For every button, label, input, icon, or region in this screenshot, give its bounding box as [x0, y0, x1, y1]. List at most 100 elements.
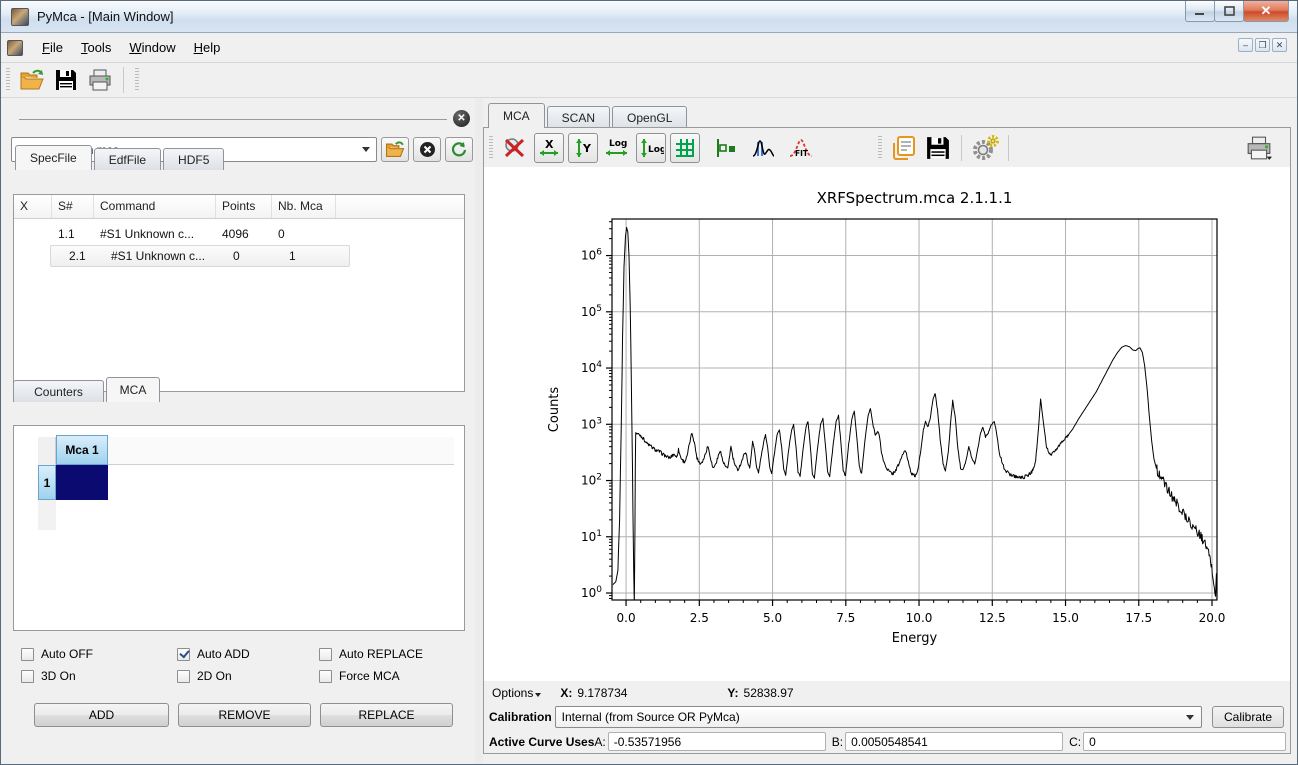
tab-hdf5[interactable]: HDF5	[163, 148, 224, 170]
print-plot-icon[interactable]	[1244, 133, 1274, 163]
mdi-close-button[interactable]: ✕	[1272, 38, 1287, 52]
mdi-restore-button[interactable]: ❐	[1255, 38, 1270, 52]
scan-row[interactable]: 1.1 #S1 Unknown c... 4096 0	[14, 223, 464, 245]
source-panel: ✕ XRFSpectrum.mca	[1, 98, 479, 765]
panel-splitter[interactable]	[475, 98, 483, 765]
mca-selected-cell[interactable]	[56, 465, 108, 500]
plot-toolbar-grip[interactable]	[489, 136, 493, 160]
a-label: A:	[594, 735, 605, 749]
a-field[interactable]: -0.53571956	[608, 732, 826, 751]
c-label: C:	[1069, 735, 1081, 749]
x-autoscale-button[interactable]: X	[534, 133, 564, 163]
y-autoscale-button[interactable]: Y	[568, 133, 598, 163]
tab-edffile[interactable]: EdfFile	[94, 148, 161, 170]
tab-opengl-view[interactable]: OpenGL	[612, 106, 687, 128]
cursor-x-label: X:	[560, 686, 572, 700]
peak-search-icon[interactable]	[748, 133, 778, 163]
grid-button[interactable]	[670, 133, 700, 163]
c-field[interactable]: 0	[1083, 732, 1286, 751]
x-log-icon[interactable]: Log	[602, 133, 632, 163]
print-icon[interactable]	[86, 67, 114, 93]
tab-mca-view[interactable]: MCA	[488, 103, 545, 128]
tab-specfile[interactable]: SpecFile	[15, 145, 92, 170]
tab-counters[interactable]: Counters	[13, 380, 104, 402]
y-log-button[interactable]: Log	[636, 133, 666, 163]
mdi-minimize-button[interactable]: –	[1238, 38, 1253, 52]
mca-column-header[interactable]: Mca 1	[56, 435, 108, 465]
b-field[interactable]: 0.0050548541	[845, 732, 1063, 751]
svg-text:Log: Log	[648, 145, 664, 155]
menu-tools[interactable]: Tools	[72, 36, 120, 59]
open-file-icon[interactable]	[18, 67, 46, 93]
window-title: PyMca - [Main Window]	[37, 9, 174, 24]
y-axis-label: Counts	[547, 387, 562, 433]
copy-icon[interactable]	[889, 133, 919, 163]
mdi-app-icon	[7, 40, 23, 56]
plot-panel: MCA SCAN OpenGL X	[483, 98, 1291, 758]
plot-status-bar: Options X: 9.178734 Y: 52838.97	[484, 681, 1290, 704]
col-command[interactable]: Command	[94, 195, 216, 218]
svg-text:7.5: 7.5	[836, 611, 855, 625]
preferences-icon[interactable]	[970, 133, 1000, 163]
tab-mca[interactable]: MCA	[106, 377, 160, 402]
zoom-reset-icon[interactable]	[500, 133, 530, 163]
menu-file[interactable]: File	[33, 36, 72, 59]
open-source-button[interactable]	[381, 137, 409, 162]
app-icon	[11, 8, 29, 26]
col-nbmca[interactable]: Nb. Mca	[272, 195, 336, 218]
svg-text:10.0: 10.0	[906, 611, 933, 625]
svg-text:2.5: 2.5	[690, 611, 709, 625]
svg-text:0.0: 0.0	[617, 611, 636, 625]
menu-help[interactable]: Help	[185, 36, 230, 59]
checkbox-auto-off[interactable]: Auto OFF	[21, 647, 93, 661]
pymca-window: PyMca - [Main Window] ✕ File Tools Windo…	[0, 0, 1298, 765]
cursor-x-value: 9.178734	[577, 686, 627, 700]
col-points[interactable]: Points	[216, 195, 272, 218]
add-button[interactable]: ADD	[34, 703, 169, 727]
calibrate-button[interactable]: Calibrate	[1212, 706, 1284, 728]
checkbox-auto-replace[interactable]: Auto REPLACE	[319, 647, 423, 661]
save-icon[interactable]	[52, 67, 80, 93]
col-x[interactable]: X	[14, 195, 52, 218]
minimize-button[interactable]	[1185, 1, 1215, 22]
close-button[interactable]: ✕	[1243, 1, 1289, 22]
tab-scan-view[interactable]: SCAN	[547, 106, 610, 128]
menu-bar: File Tools Window Help – ❐ ✕	[1, 33, 1297, 63]
dock-close-icon[interactable]: ✕	[453, 110, 470, 127]
save-plot-icon[interactable]	[923, 133, 953, 163]
cursor-y-value: 52838.97	[744, 686, 794, 700]
svg-text:20.0: 20.0	[1199, 611, 1226, 625]
checkbox-force-mca[interactable]: Force MCA	[319, 669, 400, 683]
checkbox-3d-on[interactable]: 3D On	[21, 669, 76, 683]
calibration-label: Calibration	[489, 710, 552, 724]
replace-button[interactable]: REPLACE	[320, 703, 453, 727]
calibration-combobox[interactable]: Internal (from Source OR PyMca)	[555, 706, 1202, 728]
svg-text:15.0: 15.0	[1052, 611, 1079, 625]
toolbar-grip[interactable]	[6, 68, 10, 92]
checkbox-auto-add[interactable]: Auto ADD	[177, 647, 250, 661]
toolbar-grip2[interactable]	[135, 68, 139, 92]
remove-button[interactable]: REMOVE	[178, 703, 311, 727]
chevron-down-icon	[362, 147, 370, 152]
fit-icon[interactable]: FIT	[786, 133, 816, 163]
scan-row-selected[interactable]: 2.1 #S1 Unknown c... 0 1	[50, 245, 350, 267]
svg-text:FIT: FIT	[795, 149, 809, 158]
calibration-row: Calibration Internal (from Source OR PyM…	[484, 704, 1290, 730]
svg-text:12.5: 12.5	[979, 611, 1006, 625]
mca-row-header[interactable]: 1	[38, 465, 56, 500]
close-source-button[interactable]	[413, 137, 441, 162]
b-label: B:	[832, 735, 843, 749]
plot-toolbar: X Y Log	[484, 128, 1290, 167]
toggle-points-icon[interactable]	[710, 133, 740, 163]
col-s[interactable]: S#	[52, 195, 94, 218]
menu-window[interactable]: Window	[120, 36, 184, 59]
plot-toolbar-grip2[interactable]	[878, 136, 882, 160]
refresh-icon[interactable]	[445, 137, 473, 162]
mca-table: Mca 1 1	[13, 425, 465, 631]
maximize-button[interactable]	[1214, 1, 1244, 22]
plot-canvas[interactable]: 0.02.55.07.510.012.515.017.520.010010110…	[484, 167, 1290, 681]
mca-corner-cell	[38, 437, 56, 465]
x-axis-label: Energy	[892, 631, 938, 646]
options-button[interactable]: Options	[492, 686, 533, 700]
checkbox-2d-on[interactable]: 2D On	[177, 669, 232, 683]
